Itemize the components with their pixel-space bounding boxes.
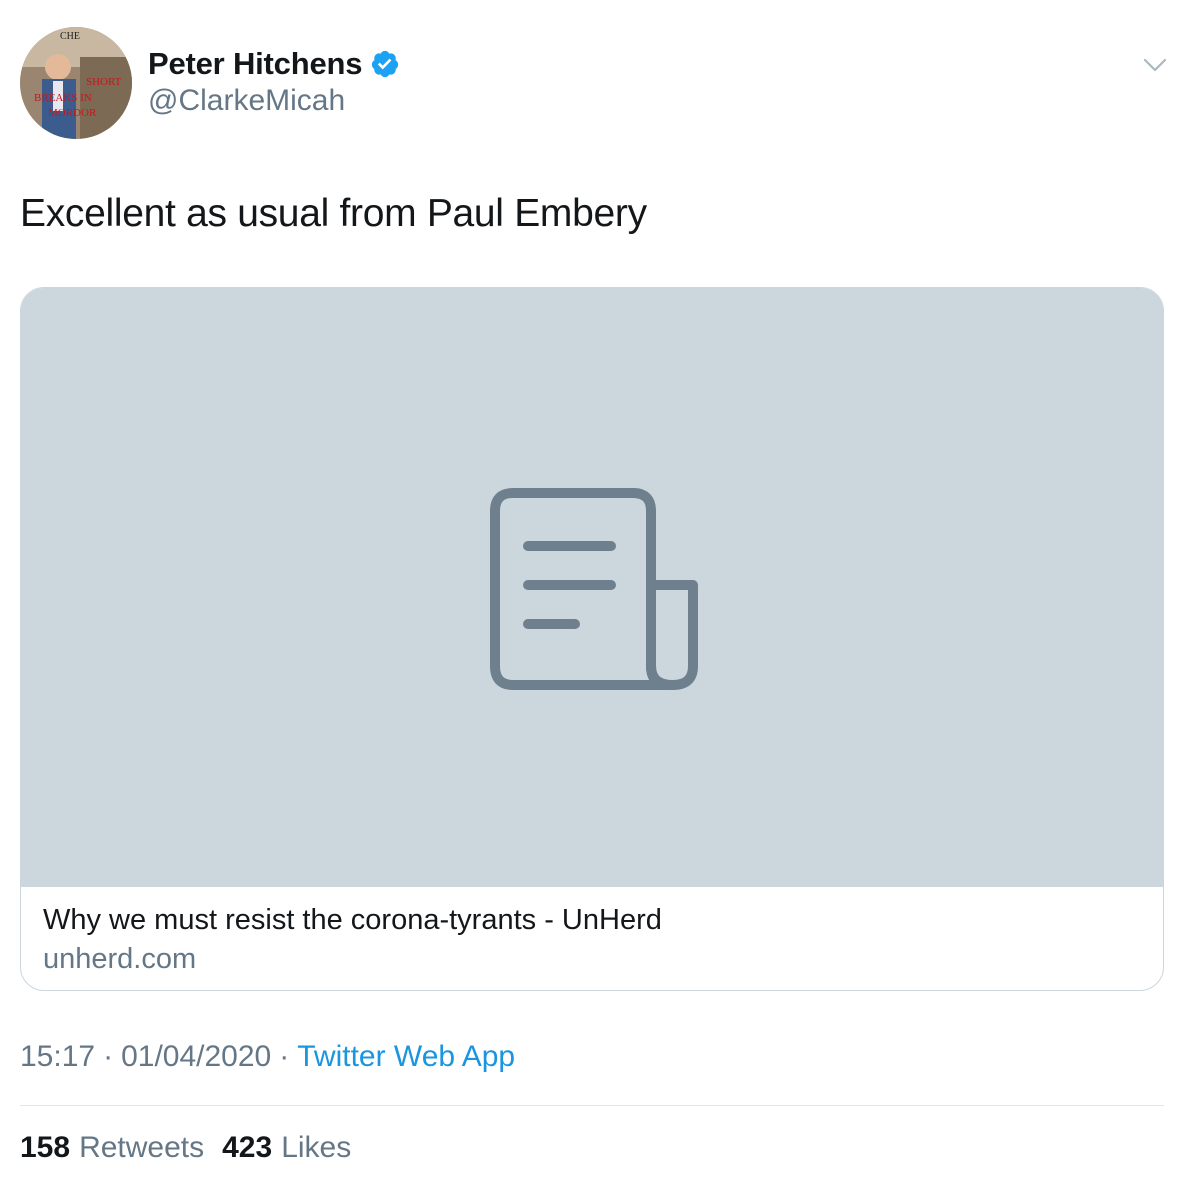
meta-separator: · bbox=[279, 1040, 290, 1073]
avatar[interactable]: SHORT BREAKS IN MORDOR CHE bbox=[20, 27, 132, 139]
likes-label: Likes bbox=[281, 1131, 352, 1164]
meta-separator: · bbox=[103, 1040, 114, 1073]
card-media-placeholder[interactable] bbox=[21, 288, 1163, 887]
svg-text:CHE: CHE bbox=[60, 31, 80, 42]
tweet-text: Excellent as usual from Paul Embery bbox=[20, 192, 647, 235]
chevron-down-icon[interactable] bbox=[1140, 50, 1170, 80]
tweet-meta: 15:17 · 01/04/2020 · Twitter Web App bbox=[20, 1040, 515, 1074]
retweets-count: 158 bbox=[20, 1131, 71, 1164]
svg-text:SHORT: SHORT bbox=[86, 76, 122, 88]
tweet: SHORT BREAKS IN MORDOR CHE Peter Hitchen… bbox=[0, 0, 1200, 1184]
svg-text:BREAKS IN: BREAKS IN bbox=[34, 92, 92, 104]
display-name[interactable]: Peter Hitchens bbox=[148, 46, 362, 82]
tweet-source-link[interactable]: Twitter Web App bbox=[297, 1040, 515, 1074]
tweet-stats: 158 Retweets 423 Likes bbox=[20, 1131, 351, 1165]
retweets-label: Retweets bbox=[79, 1131, 205, 1164]
likes-count: 423 bbox=[222, 1131, 273, 1164]
card-domain: unherd.com bbox=[43, 943, 197, 975]
retweets-stat[interactable]: 158 Retweets bbox=[20, 1131, 204, 1165]
avatar-image: SHORT BREAKS IN MORDOR CHE bbox=[20, 27, 132, 139]
card-title[interactable]: Why we must resist the corona-tyrants - … bbox=[43, 904, 662, 937]
document-icon bbox=[490, 488, 698, 690]
tweet-time[interactable]: 15:17 bbox=[20, 1040, 95, 1074]
link-card[interactable]: Why we must resist the corona-tyrants - … bbox=[20, 287, 1164, 991]
author-name-row[interactable]: Peter Hitchens bbox=[148, 44, 400, 84]
tweet-date[interactable]: 01/04/2020 bbox=[121, 1040, 271, 1074]
svg-text:MORDOR: MORDOR bbox=[48, 107, 97, 119]
likes-stat[interactable]: 423 Likes bbox=[222, 1131, 351, 1165]
verified-badge-icon bbox=[370, 49, 400, 79]
divider bbox=[20, 1105, 1164, 1106]
author-handle[interactable]: @ClarkeMicah bbox=[148, 84, 345, 118]
